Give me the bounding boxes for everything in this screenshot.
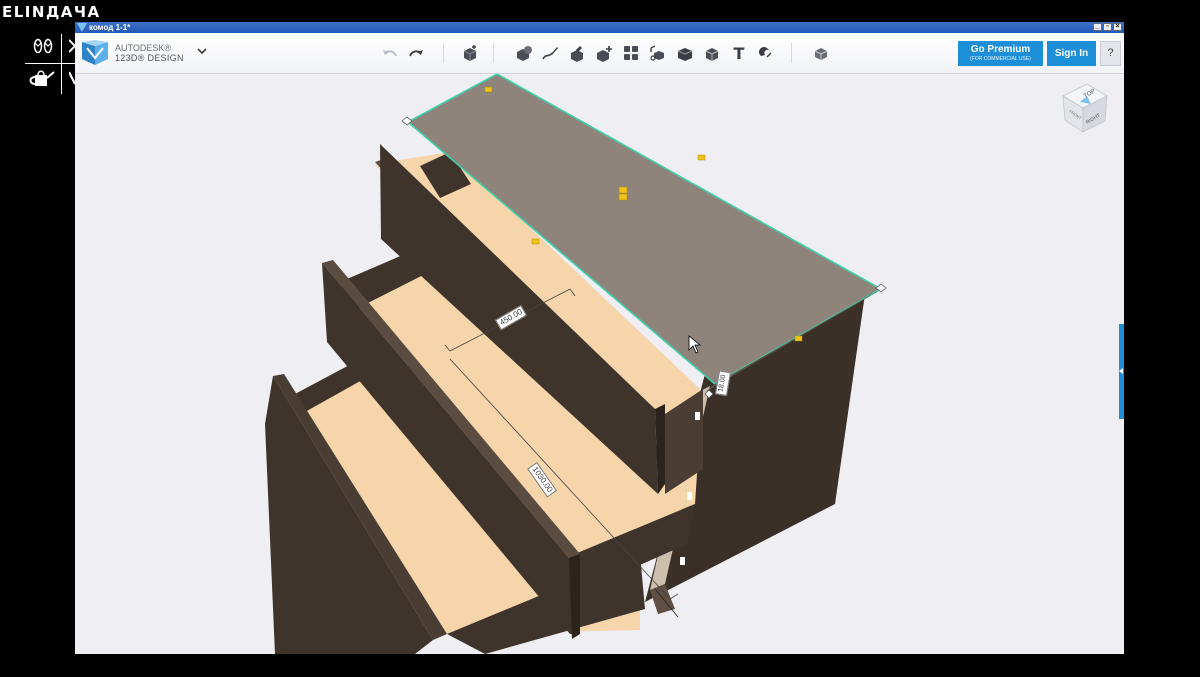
primitives-button[interactable] <box>515 44 533 62</box>
center-handle[interactable] <box>618 186 628 194</box>
window-controls: _ ▫ × <box>1093 23 1122 31</box>
sketch-button[interactable] <box>541 44 559 62</box>
go-premium-button[interactable]: Go Premium (FOR COMMERCIAL USE) <box>958 41 1043 66</box>
grouping-button[interactable] <box>649 44 667 62</box>
transform-button[interactable] <box>461 44 479 62</box>
magnet-icon <box>759 47 772 58</box>
window-titlebar[interactable]: комод 1-1* _ ▫ × <box>75 22 1124 33</box>
drawer-runner-mark <box>680 557 685 565</box>
transform-icon <box>463 45 477 61</box>
manipulator-handle[interactable] <box>794 335 803 342</box>
combine-icon <box>677 48 693 61</box>
overlay-icon-grid <box>25 34 76 94</box>
undo-button[interactable] <box>381 44 399 62</box>
properties-panel-tab[interactable] <box>1119 324 1124 419</box>
undo-icon <box>383 50 397 57</box>
redo-button[interactable] <box>407 44 425 62</box>
app-brand-name: AUTODESK® 123D® DESIGN <box>115 43 184 63</box>
app-window: комод 1-1* _ ▫ × AUTODESK® 123D® DESIGN <box>75 22 1124 654</box>
manipulator-handle[interactable] <box>484 86 493 93</box>
app-brand-icon[interactable] <box>81 40 109 66</box>
manipulator-handle[interactable] <box>697 154 706 161</box>
sign-in-button[interactable]: Sign In <box>1047 41 1096 66</box>
toolbar-separator <box>493 43 494 63</box>
construct-icon <box>571 46 583 62</box>
grouping-icon <box>650 45 664 61</box>
3d-viewport[interactable]: TOP FRONT RIGHT 450.00 1030.00 18.00 <box>75 74 1124 654</box>
app-logo-icon <box>77 23 87 32</box>
overlay-divider-horizontal <box>25 63 76 64</box>
construct-button[interactable] <box>568 44 586 62</box>
restore-button[interactable]: ▫ <box>1103 23 1112 31</box>
cabinet-foot <box>650 584 675 614</box>
pattern-icon <box>624 46 638 60</box>
close-button[interactable]: × <box>1113 23 1122 31</box>
sketch-icon <box>542 47 558 60</box>
view-cube[interactable]: TOP FRONT RIGHT <box>1062 83 1108 133</box>
measure-icon <box>705 48 719 61</box>
brand-line-product: 123D® DESIGN <box>115 53 184 63</box>
drawer-runner-mark <box>687 492 692 500</box>
toolbar-separator <box>791 43 792 63</box>
toolbar-separator <box>443 43 444 63</box>
channel-logo: ELINДАЧА <box>2 3 101 21</box>
redo-icon <box>409 50 423 57</box>
manipulator-handle[interactable] <box>531 238 540 245</box>
main-toolbar: AUTODESK® 123D® DESIGN T Go Premium (FOR… <box>75 33 1124 74</box>
materials-button[interactable] <box>812 44 830 62</box>
combine-button[interactable] <box>676 44 694 62</box>
window-title: комод 1-1* <box>89 23 131 32</box>
minimize-button[interactable]: _ <box>1093 23 1102 31</box>
brand-line-company: AUTODESK® <box>115 43 171 53</box>
help-button[interactable]: ? <box>1100 41 1121 66</box>
flip-flops-icon <box>33 38 53 54</box>
primitives-icon <box>517 46 532 61</box>
snap-button[interactable] <box>757 44 775 62</box>
text-tool-button[interactable]: T <box>730 44 748 63</box>
measure-button[interactable] <box>703 44 721 62</box>
go-premium-label: Go Premium <box>970 44 1031 55</box>
dresser-model[interactable]: TOP FRONT RIGHT <box>75 74 1124 654</box>
go-premium-sublabel: (FOR COMMERCIAL USE) <box>970 56 1031 62</box>
pattern-button[interactable] <box>622 44 640 62</box>
modify-icon <box>597 46 612 62</box>
modify-button[interactable] <box>595 44 613 62</box>
watering-can-icon <box>29 70 55 86</box>
material-icon <box>814 48 828 60</box>
chevron-down-icon[interactable] <box>197 47 207 55</box>
chevron-left-icon <box>1119 368 1123 374</box>
drawer-runner-mark <box>695 412 700 420</box>
center-handle[interactable] <box>618 193 628 201</box>
overlay-divider-vertical <box>61 34 62 94</box>
